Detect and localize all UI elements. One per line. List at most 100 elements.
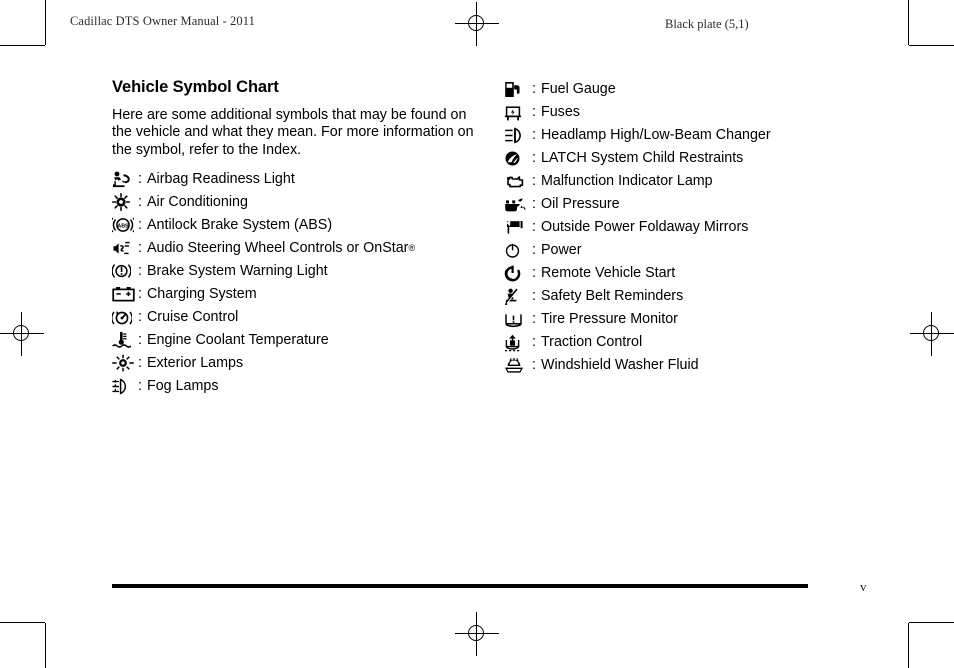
registration-mark-circle [923, 325, 939, 341]
symbol-separator: : [138, 286, 142, 303]
symbol-label: Oil Pressure [540, 196, 620, 213]
symbol-row: : Fog Lamps [112, 375, 502, 398]
symbol-row: : Audio Steering Wheel Controls or OnStar… [112, 237, 502, 260]
symbol-row: : Headlamp High/Low-Beam Changer [504, 124, 852, 147]
brake-warning-icon [112, 261, 137, 281]
symbol-row: : Safety Belt Reminders [504, 285, 852, 308]
symbol-row: : Engine Coolant Temperature [112, 329, 502, 352]
symbol-row: : LATCH System Child Restraints [504, 147, 852, 170]
symbol-separator: : [138, 309, 142, 326]
symbol-label: Fuses [540, 104, 580, 121]
symbol-separator: : [138, 194, 142, 211]
svg-text:ABS: ABS [117, 224, 129, 230]
symbol-separator: : [532, 242, 536, 259]
page-number: v [860, 579, 867, 594]
footer-rule [112, 584, 808, 588]
crop-mark-bottom-right-vertical [908, 623, 909, 668]
foldaway-mirrors-icon [504, 218, 531, 238]
symbol-label: Fuel Gauge [540, 81, 616, 98]
malfunction-indicator-icon [504, 172, 531, 192]
symbol-separator: : [138, 263, 142, 280]
symbol-row: : Brake System Warning Light [112, 260, 502, 283]
symbol-label: Traction Control [540, 334, 643, 351]
cruise-control-icon [112, 307, 137, 327]
symbol-label: Engine Coolant Temperature [146, 332, 329, 349]
windshield-washer-icon [504, 356, 531, 376]
symbol-label: Remote Vehicle Start [540, 265, 676, 282]
symbol-separator: : [532, 334, 536, 351]
symbol-separator: : [138, 378, 142, 395]
symbol-separator: : [532, 150, 536, 167]
symbol-row: : Oil Pressure [504, 193, 852, 216]
symbol-row: : Cruise Control [112, 306, 502, 329]
symbol-separator: : [532, 127, 536, 144]
symbol-label: Air Conditioning [146, 194, 248, 211]
symbol-label: Outside Power Foldaway Mirrors [540, 219, 749, 236]
symbol-chart-left-column: Vehicle Symbol Chart Here are some addit… [112, 78, 502, 398]
symbol-separator: : [532, 81, 536, 98]
airbag-icon [112, 169, 137, 189]
symbol-chart-right-column: : Fuel Gauge : Fuses : Headlamp High/Low-Be… [504, 78, 852, 377]
symbol-label: LATCH System Child Restraints [540, 150, 744, 167]
symbol-separator: : [532, 219, 536, 236]
symbol-separator: : [138, 355, 142, 372]
symbol-row: : Traction Control [504, 331, 852, 354]
manual-title: Cadillac DTS Owner Manual - 2011 [70, 14, 255, 28]
symbol-row: : Fuses [504, 101, 852, 124]
symbol-label: Brake System Warning Light [146, 263, 328, 280]
fog-lamps-icon [112, 376, 137, 396]
remote-vehicle-start-icon [504, 264, 531, 284]
registration-mark-bottom [455, 612, 499, 656]
symbol-label: Cruise Control [146, 309, 239, 326]
crop-mark-top-left-horizontal [0, 45, 45, 46]
symbol-separator: : [532, 196, 536, 213]
symbol-list-right: : Fuel Gauge : Fuses : Headlamp High/Low-Be… [504, 78, 852, 377]
symbol-row: : Charging System [112, 283, 502, 306]
symbol-row: : Remote Vehicle Start [504, 262, 852, 285]
registered-trademark-superscript: ® [408, 243, 416, 254]
crop-mark-bottom-right-horizontal [909, 622, 954, 623]
symbol-row: : Malfunction Indicator Lamp [504, 170, 852, 193]
charging-system-icon [112, 284, 137, 304]
symbol-separator: : [532, 104, 536, 121]
symbol-label: Safety Belt Reminders [540, 288, 684, 305]
symbol-row: : Power [504, 239, 852, 262]
latch-child-restraint-icon [504, 149, 531, 169]
tire-pressure-icon [504, 310, 531, 330]
symbol-separator: : [138, 217, 142, 234]
crop-mark-bottom-left-vertical [45, 623, 46, 668]
symbol-row: : Airbag Readiness Light [112, 168, 502, 191]
symbol-label: Airbag Readiness Light [146, 171, 295, 188]
power-icon [504, 241, 531, 261]
symbol-separator: : [532, 173, 536, 190]
registration-mark-circle [13, 325, 29, 341]
crop-mark-bottom-left-horizontal [0, 622, 45, 623]
symbol-separator: : [532, 311, 536, 328]
fuel-gauge-icon [504, 80, 531, 100]
engine-coolant-temp-icon [112, 330, 137, 350]
audio-steering-wheel-icon [112, 238, 137, 258]
safety-belt-icon [504, 287, 531, 307]
symbol-label: Audio Steering Wheel Controls or OnStar [146, 240, 409, 257]
symbol-separator: : [532, 357, 536, 374]
symbol-separator: : [138, 332, 142, 349]
fuses-icon [504, 103, 531, 123]
symbol-list-left: : Airbag Readiness Light : Air Conditionin… [112, 168, 502, 398]
symbol-row: : Fuel Gauge [504, 78, 852, 101]
symbol-row: : Outside Power Foldaway Mirrors [504, 216, 852, 239]
symbol-label: Charging System [146, 286, 257, 303]
registration-mark-right [910, 312, 954, 356]
symbol-separator: : [138, 240, 142, 257]
air-conditioning-icon [112, 192, 137, 212]
crop-mark-top-right-horizontal [909, 45, 954, 46]
symbol-label: Tire Pressure Monitor [540, 311, 678, 328]
crop-mark-top-right-vertical [908, 0, 909, 45]
symbol-label: Windshield Washer Fluid [540, 357, 699, 374]
black-plate-label: Black plate (5,1) [665, 17, 749, 31]
exterior-lamps-icon [112, 353, 137, 373]
symbol-separator: : [532, 288, 536, 305]
symbol-separator: : [532, 265, 536, 282]
traction-control-icon [504, 333, 531, 353]
registration-mark-left [0, 312, 44, 356]
registration-mark-circle [468, 625, 484, 641]
